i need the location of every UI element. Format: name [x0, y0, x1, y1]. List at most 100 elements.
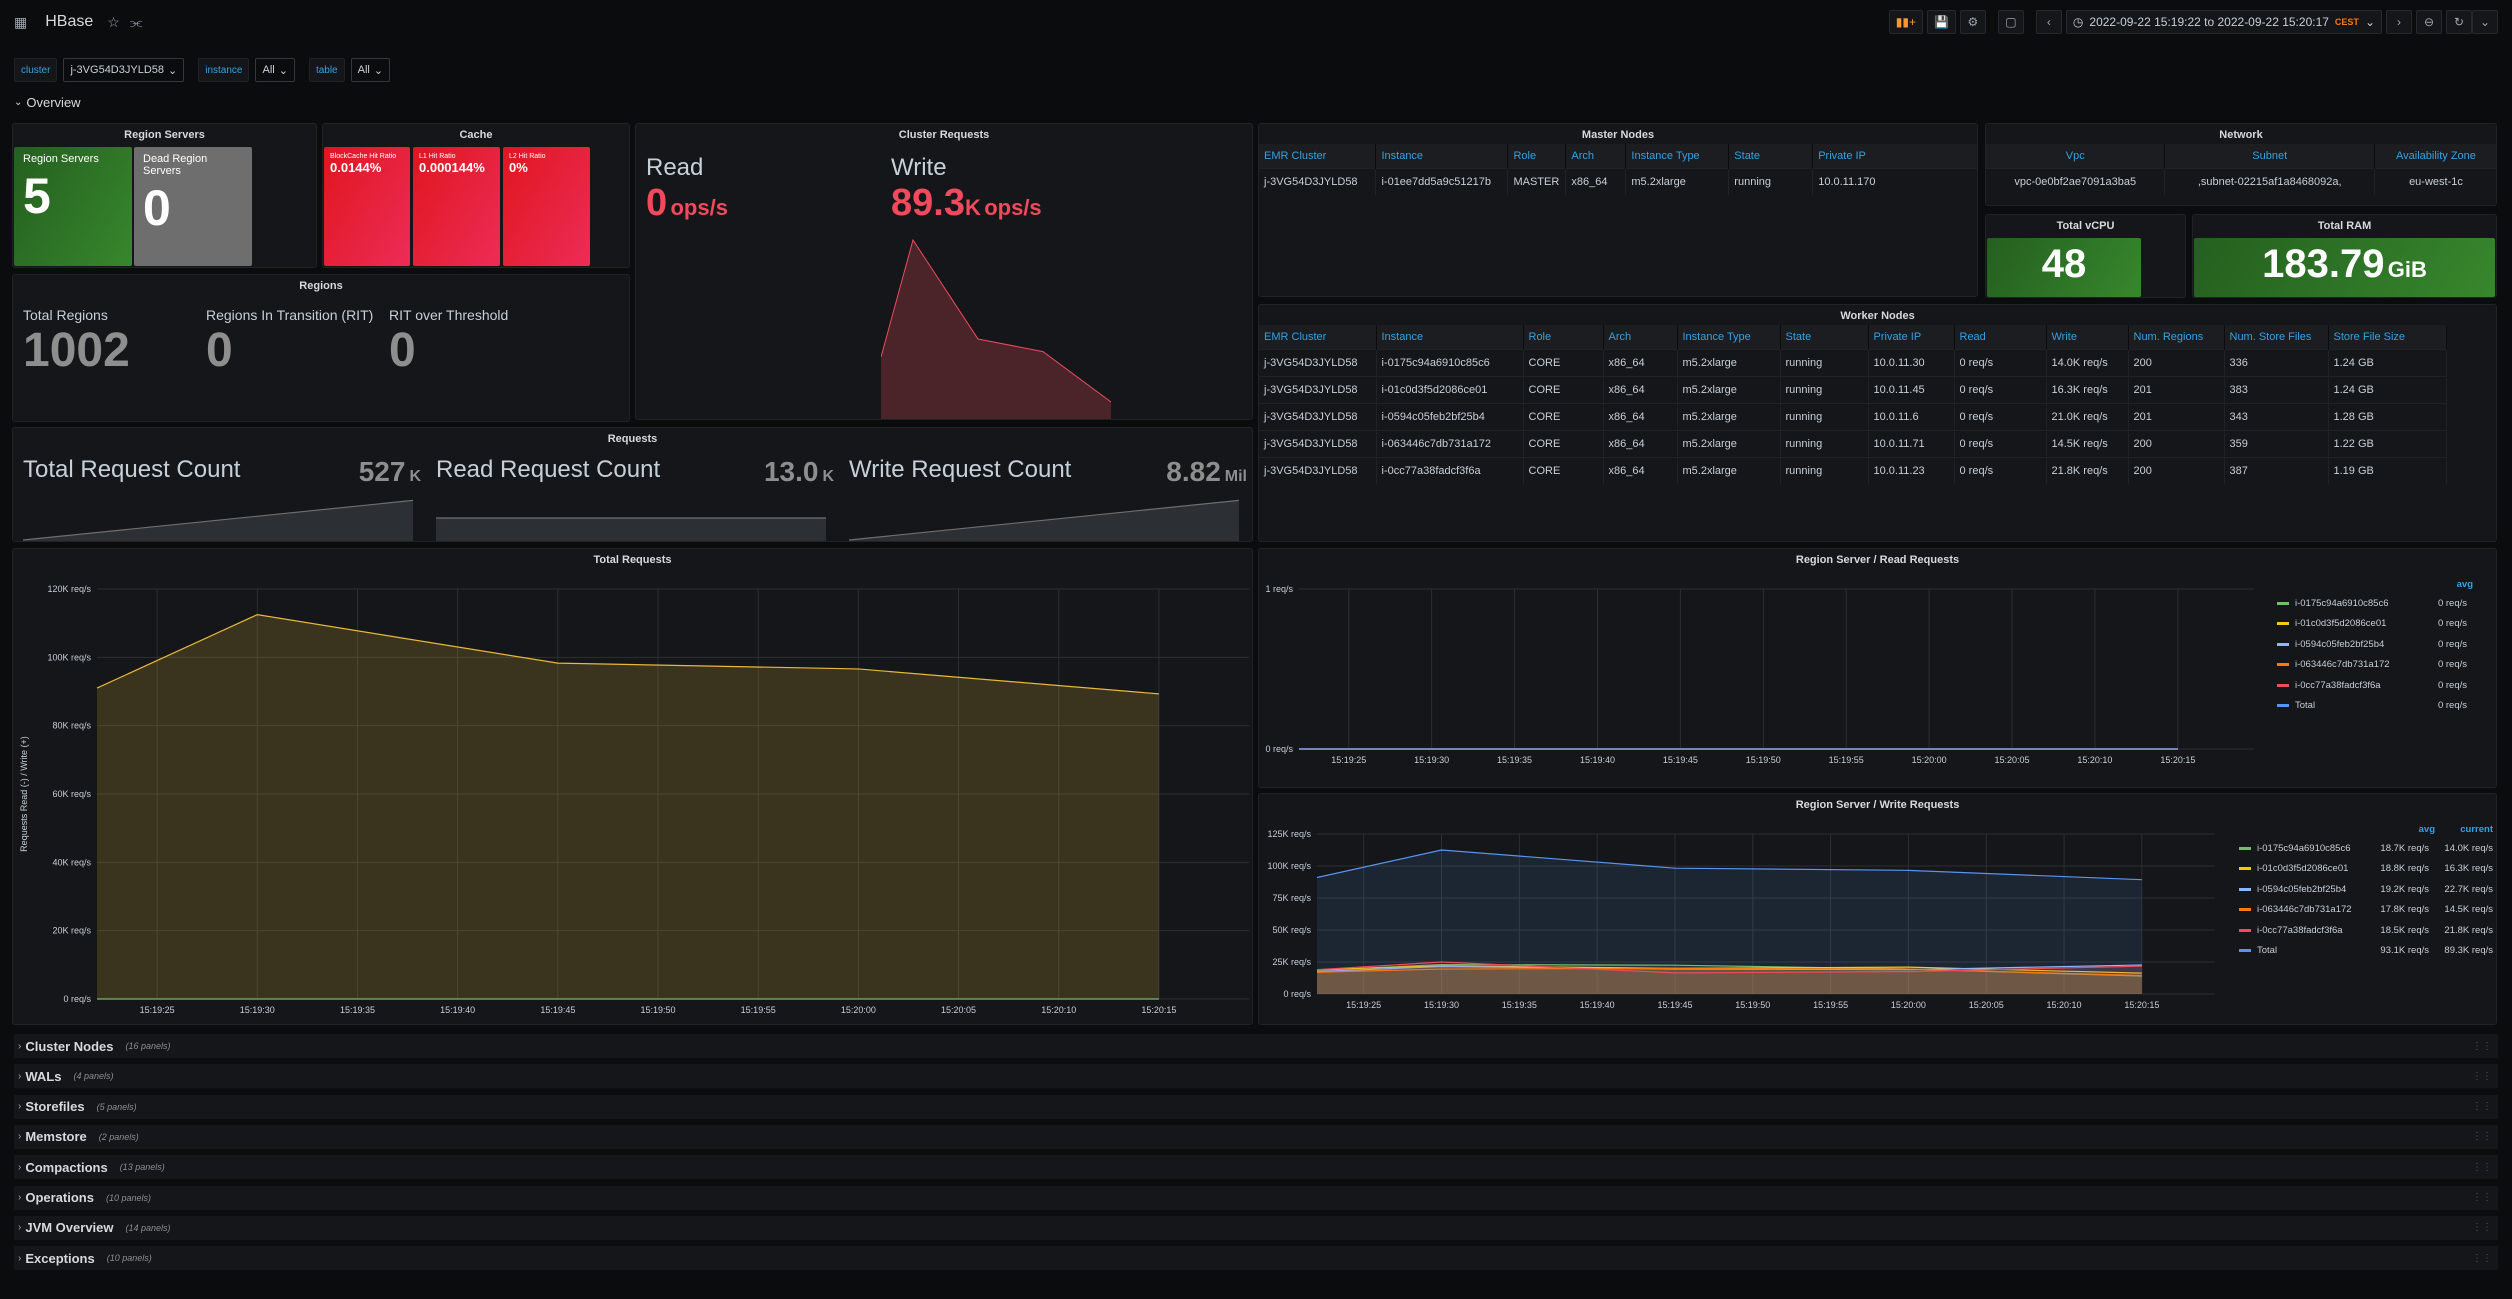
legend-current: 14.0K req/s — [2444, 842, 2493, 854]
panel-title: Worker Nodes — [1840, 310, 1915, 322]
column-header[interactable]: State — [1780, 325, 1869, 350]
column-header[interactable]: Read — [1954, 325, 2047, 350]
column-header[interactable]: Instance Type — [1677, 325, 1781, 350]
collapsed-row-cluster-nodes[interactable]: › Cluster Nodes (16 panels) ⋮⋮ — [14, 1034, 2498, 1058]
legend-series-name: Total — [2295, 700, 2316, 712]
legend-item[interactable]: i-01c0d3f5d2086ce01 18.8K req/s 16.3K req/… — [2239, 859, 2493, 880]
column-header[interactable]: Instance Type — [1625, 144, 1730, 169]
column-header[interactable]: Subnet — [2164, 144, 2375, 169]
column-header[interactable]: Num. Regions — [2128, 325, 2225, 350]
refresh-button[interactable]: ↻ — [2446, 10, 2472, 34]
legend-column-header[interactable]: avg — [2429, 579, 2473, 590]
legend-current: 0 req/s — [2473, 659, 2496, 670]
column-header[interactable]: Vpc — [1986, 144, 2166, 169]
drag-handle-icon[interactable]: ⋮⋮ — [2472, 1253, 2492, 1264]
drag-handle-icon[interactable]: ⋮⋮ — [2472, 1222, 2492, 1233]
worker-node-row[interactable]: j-3VG54D3JYLD58 i-0175c94a6910c85c6 CORE x8… — [1259, 349, 2447, 377]
legend-item[interactable]: i-01c0d3f5d2086ce01 0 req/s 0 req/s — [2277, 614, 2496, 635]
legend-item[interactable]: Total 93.1K req/s 89.3K req/s — [2239, 941, 2493, 962]
panel-worker-nodes: Worker Nodes EMR Cluster Instance Role Arch… — [1258, 304, 2497, 542]
legend-column-header[interactable]: current — [2449, 824, 2493, 835]
column-header[interactable]: Private IP — [1812, 144, 1977, 169]
star-icon[interactable]: ☆ — [107, 14, 120, 31]
drag-handle-icon[interactable]: ⋮⋮ — [2472, 1162, 2492, 1173]
chevron-right-icon: › — [18, 1192, 22, 1203]
rs-read-requests-chart[interactable]: 0 req/s 1 req/s 15:19:25 15:19:30 15:19:35 15… — [1259, 569, 2259, 787]
column-header[interactable]: Arch — [1565, 144, 1627, 169]
column-header[interactable]: Role — [1523, 325, 1604, 350]
variable-select-table[interactable]: All ⌄ — [350, 58, 391, 82]
time-back-button[interactable]: ‹ — [2035, 10, 2062, 34]
column-header[interactable]: State — [1728, 144, 1814, 169]
worker-node-row[interactable]: j-3VG54D3JYLD58 i-0594c05feb2bf25b4 CORE x8… — [1259, 403, 2447, 431]
column-header[interactable]: Arch — [1603, 325, 1678, 350]
apps-icon[interactable]: ▦ — [14, 14, 27, 31]
drag-handle-icon[interactable]: ⋮⋮ — [2472, 1101, 2492, 1112]
row-overview[interactable]: ⌄ Overview — [14, 95, 81, 110]
column-header[interactable]: Instance — [1376, 325, 1524, 350]
refresh-interval-picker[interactable]: ⌄ — [2472, 10, 2498, 34]
legend-item[interactable]: i-0175c94a6910c85c6 0 req/s 0 req/s — [2277, 593, 2496, 614]
column-header[interactable]: Store File Size — [2328, 325, 2447, 350]
drag-handle-icon[interactable]: ⋮⋮ — [2472, 1041, 2492, 1052]
time-picker[interactable]: ◷ 2022-09-22 15:19:22 to 2022-09-22 15:2… — [2065, 10, 2382, 34]
legend-item[interactable]: i-0594c05feb2bf25b4 19.2K req/s 22.7K req/… — [2239, 879, 2493, 900]
legend-swatch — [2277, 642, 2289, 646]
panel-regions: Regions Total Regions 1002 Regions In Tr… — [12, 274, 630, 422]
worker-node-row[interactable]: j-3VG54D3JYLD58 i-01c0d3f5d2086ce01 CORE x8… — [1259, 376, 2447, 404]
legend-item[interactable]: Total 0 req/s 0 req/s — [2277, 696, 2496, 717]
collapsed-row-storefiles[interactable]: › Storefiles (5 panels) ⋮⋮ — [14, 1094, 2498, 1119]
x-tick-label: 15:19:35 — [1497, 755, 1532, 765]
save-dashboard-button[interactable]: 💾 — [1926, 10, 1956, 34]
column-header[interactable]: Role — [1507, 144, 1567, 169]
y-tick-label: 100K req/s — [47, 652, 91, 662]
collapsed-row-jvm-overview[interactable]: › JVM Overview (14 panels) ⋮⋮ — [14, 1215, 2498, 1240]
worker-node-row[interactable]: j-3VG54D3JYLD58 i-063446c7db731a172 CORE x8… — [1259, 430, 2447, 458]
legend-item[interactable]: i-0cc77a38fadcf3f6a 18.5K req/s 21.8K req/… — [2239, 920, 2493, 941]
legend-column-header[interactable]: avg — [2391, 824, 2435, 835]
column-header[interactable]: Num. Store Files — [2224, 325, 2329, 350]
drag-handle-icon[interactable]: ⋮⋮ — [2472, 1192, 2492, 1203]
legend-column-header[interactable]: current — [2487, 579, 2496, 590]
drag-handle-icon[interactable]: ⋮⋮ — [2472, 1071, 2492, 1082]
column-header[interactable]: Instance — [1375, 144, 1509, 169]
legend-item[interactable]: i-063446c7db731a172 0 req/s 0 req/s — [2277, 655, 2496, 676]
legend-item[interactable]: i-0175c94a6910c85c6 18.7K req/s 14.0K req/… — [2239, 838, 2493, 859]
column-header[interactable]: Private IP — [1868, 325, 1955, 350]
zoom-out-button[interactable]: ⊖ — [2416, 10, 2442, 34]
variable-select-cluster[interactable]: j-3VG54D3JYLD58 ⌄ — [63, 58, 185, 82]
stat-value: 1002 — [23, 324, 130, 377]
tv-mode-button[interactable]: ▢ — [1997, 10, 2024, 34]
table-cell: j-3VG54D3JYLD58 — [1259, 457, 1377, 484]
legend-item[interactable]: i-0594c05feb2bf25b4 0 req/s 0 req/s — [2277, 634, 2496, 655]
template-variables: cluster j-3VG54D3JYLD58 ⌄ instance All ⌄ t… — [14, 58, 398, 82]
collapsed-row-memstore[interactable]: › Memstore (2 panels) ⋮⋮ — [14, 1124, 2498, 1149]
dashboard-title[interactable]: HBase — [45, 13, 93, 31]
column-header[interactable]: EMR Cluster — [1259, 144, 1377, 169]
collapsed-row-compactions[interactable]: › Compactions (13 panels) ⋮⋮ — [14, 1155, 2498, 1180]
collapsed-row-operations[interactable]: › Operations (10 panels) ⋮⋮ — [14, 1185, 2498, 1210]
collapsed-row-exceptions[interactable]: › Exceptions (10 panels) ⋮⋮ — [14, 1246, 2498, 1271]
legend-item[interactable]: i-0cc77a38fadcf3f6a 0 req/s 0 req/s — [2277, 675, 2496, 696]
total-requests-chart[interactable]: 0 req/s 20K req/s 40K req/s 60K req/s 80K re… — [13, 569, 1253, 1024]
column-header[interactable]: Write — [2046, 325, 2129, 350]
time-forward-button[interactable]: › — [2386, 10, 2412, 34]
panel-title: Cache — [459, 129, 493, 141]
master-node-row[interactable]: j-3VG54D3JYLD58 i-01ee7dd5a9c51217b MASTER… — [1259, 168, 1977, 195]
settings-button[interactable]: ⚙ — [1959, 10, 1986, 34]
table-cell: 21.0K req/s — [2046, 403, 2129, 431]
variable-select-instance[interactable]: All ⌄ — [255, 58, 295, 82]
share-icon[interactable]: ⫘ — [130, 14, 143, 31]
drag-handle-icon[interactable]: ⋮⋮ — [2472, 1131, 2492, 1142]
stat-value: 0.000144% — [419, 160, 485, 175]
legend-item[interactable]: i-063446c7db731a172 17.8K req/s 14.5K req/… — [2239, 900, 2493, 921]
legend-current: 0 req/s — [2473, 618, 2496, 629]
worker-node-row[interactable]: j-3VG54D3JYLD58 i-0cc77a38fadcf3f6a CORE x8… — [1259, 457, 2447, 484]
column-header[interactable]: Availability Zone — [2374, 144, 2496, 169]
rs-write-requests-chart[interactable]: 0 req/s 25K req/s 50K req/s 75K req/s 100K r… — [1259, 814, 2219, 1024]
add-panel-button[interactable]: ▮▮+ — [1888, 10, 1923, 34]
column-header[interactable]: EMR Cluster — [1259, 325, 1377, 350]
network-row[interactable]: vpc-0e0bf2ae7091a3ba5 ,subnet-02215af1a84… — [1986, 168, 2496, 195]
table-cell: 10.0.11.45 — [1868, 376, 1955, 404]
collapsed-row-wals[interactable]: › WALs (4 panels) ⋮⋮ — [14, 1064, 2498, 1089]
